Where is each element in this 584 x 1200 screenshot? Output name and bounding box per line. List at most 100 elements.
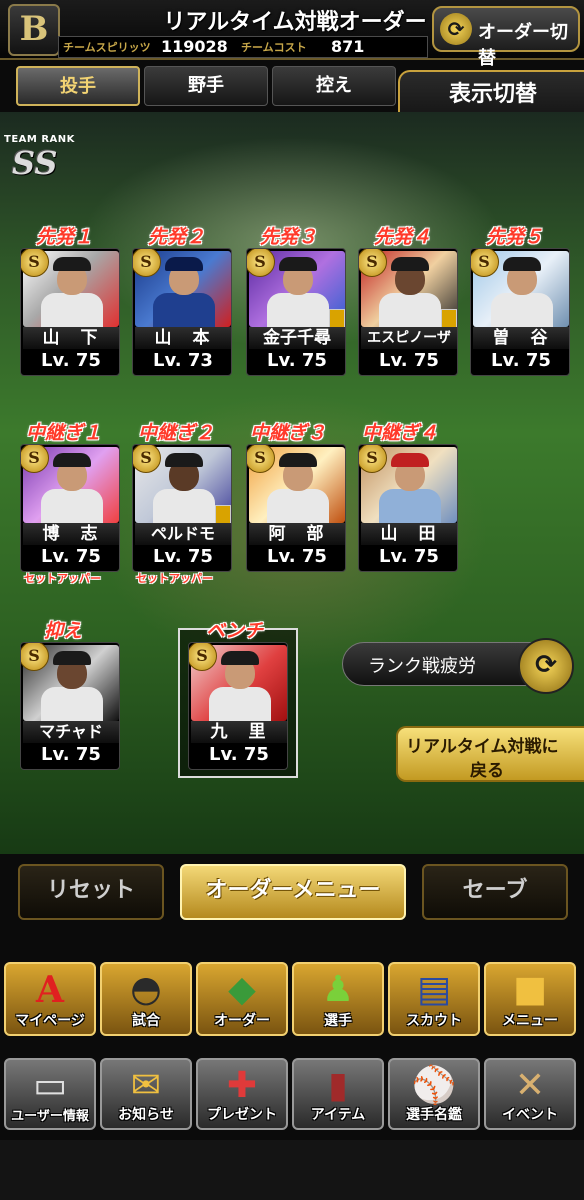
nav-event[interactable]: ✕ イベント — [484, 1058, 576, 1130]
team-cost-label: チームコスト — [241, 41, 307, 54]
team-logo: B — [8, 4, 60, 56]
slot-label-reliever-3: 中継ぎ３ — [250, 422, 327, 444]
order-menu-button[interactable]: オーダーメニュー — [180, 864, 406, 920]
nav-match[interactable]: ◓ 試合 — [100, 962, 192, 1036]
player-card-starter-3[interactable]: S 金子千尋 Lv. 75 — [246, 248, 346, 376]
slot-label-bench: ベンチ — [206, 620, 264, 642]
slot-label-reliever-1: 中継ぎ１ — [26, 422, 103, 444]
role-label-reliever-1: セットアッパー — [24, 572, 101, 585]
nav-menu[interactable]: ■ メニュー — [484, 962, 576, 1036]
player-icon: ♟ — [321, 969, 355, 1010]
player-card-reliever-1[interactable]: S 博 志 Lv. 75 — [20, 444, 120, 572]
stadium-icon: ◓ — [130, 969, 162, 1010]
nav-label: アイテム — [310, 1107, 366, 1123]
field-diamond-icon: ◆ — [228, 969, 256, 1010]
team-rank-value: SS — [12, 144, 58, 182]
player-card-starter-5[interactable]: S 曽 谷 Lv. 75 — [470, 248, 570, 376]
nav-label: メニュー — [502, 1013, 558, 1029]
player-card-bench[interactable]: S 九 里 Lv. 75 — [188, 642, 288, 770]
tab-fielder[interactable]: 野手 — [144, 66, 268, 106]
letter-a-icon: A — [36, 969, 64, 1011]
rank-fatigue-toggle[interactable]: ランク戦疲労 ⟳ — [342, 638, 574, 694]
player-name: 山 下 — [23, 327, 119, 349]
slot-label-starter-2: 先発２ — [148, 226, 206, 248]
nav-label: スカウト — [406, 1013, 462, 1029]
player-name: 博 志 — [23, 523, 119, 545]
nav-label: イベント — [502, 1107, 558, 1123]
swap-arrows-icon: ⟳ — [518, 638, 574, 694]
slot-label-reliever-2: 中継ぎ２ — [138, 422, 215, 444]
nav-label: 選手 — [324, 1013, 352, 1029]
player-card-closer[interactable]: S マチャド Lv. 75 — [20, 642, 120, 770]
gift-box-icon: ✚ — [226, 1065, 258, 1106]
slot-label-closer: 抑え — [44, 620, 83, 642]
nav-order[interactable]: ◆ オーダー — [196, 962, 288, 1036]
team-stats-bar: チームスピリッツ 119028 チームコスト 871 — [58, 36, 428, 58]
player-level: Lv. 75 — [41, 546, 101, 567]
player-card-starter-2[interactable]: S 山 本 Lv. 73 — [132, 248, 232, 376]
nav-user-info[interactable]: ▭ ユーザー情報 — [4, 1058, 96, 1130]
player-card-reliever-2[interactable]: S ペルドモ Lv. 75 — [132, 444, 232, 572]
team-cost-value: 871 — [331, 37, 365, 56]
speech-bubble-icon: ✉ — [130, 1065, 162, 1106]
mascot-icon: ■ — [512, 969, 547, 1010]
nav-label: プレゼント — [207, 1107, 277, 1123]
slot-label-starter-3: 先発３ — [260, 226, 318, 248]
player-name: 山 本 — [135, 327, 231, 349]
player-name: 金子千尋 — [249, 327, 345, 349]
page-title: リアルタイム対戦オーダー — [163, 10, 427, 35]
back-button-line-1: リアルタイム対戦に — [406, 737, 559, 757]
nav-present[interactable]: ✚ プレゼント — [196, 1058, 288, 1130]
rank-fatigue-label: ランク戦疲労 — [368, 656, 476, 677]
slot-label-starter-5: 先発５ — [486, 226, 544, 248]
slot-label-starter-4: 先発４ — [374, 226, 432, 248]
display-toggle-label: 表示切替 — [448, 82, 537, 107]
nav-mypage[interactable]: A マイページ — [4, 962, 96, 1036]
player-name: 山 田 — [361, 523, 457, 545]
nav-players[interactable]: ♟ 選手 — [292, 962, 384, 1036]
id-card-icon: ▭ — [32, 1065, 67, 1106]
nav-player-directory[interactable]: ⚾ 選手名鑑 — [388, 1058, 480, 1130]
player-level: Lv. 75 — [153, 546, 213, 567]
nav-scout[interactable]: ▤ スカウト — [388, 962, 480, 1036]
player-card-reliever-3[interactable]: S 阿 部 Lv. 75 — [246, 444, 346, 572]
team-spirit-label: チームスピリッツ — [63, 41, 151, 54]
nav-label: 試合 — [132, 1013, 160, 1029]
back-to-realtime-button[interactable]: リアルタイム対戦に 戻る — [396, 726, 584, 782]
reset-button[interactable]: リセット — [18, 864, 164, 920]
player-level: Lv. 75 — [41, 744, 101, 765]
player-card-reliever-4[interactable]: S 山 田 Lv. 75 — [358, 444, 458, 572]
player-level: Lv. 75 — [267, 546, 327, 567]
tab-reserve[interactable]: 控え — [272, 66, 396, 106]
slot-label-reliever-4: 中継ぎ４ — [362, 422, 439, 444]
slot-label-starter-1: 先発１ — [36, 226, 94, 248]
player-card-starter-1[interactable]: S 山 下 Lv. 75 — [20, 248, 120, 376]
scout-card-icon: ▤ — [416, 969, 451, 1010]
player-name: マチャド — [23, 721, 119, 743]
nav-label: マイページ — [15, 1013, 85, 1029]
header-bar: B リアルタイム対戦オーダー チームスピリッツ 119028 チームコスト 87… — [0, 0, 584, 69]
player-level: Lv. 75 — [267, 350, 327, 371]
role-label-reliever-2: セットアッパー — [136, 572, 213, 585]
player-level: Lv. 75 — [209, 744, 269, 765]
nav-label: 選手名鑑 — [406, 1107, 462, 1123]
player-card-starter-4[interactable]: S エスピノーザ Lv. 75 — [358, 248, 458, 376]
nav-items[interactable]: ▮ アイテム — [292, 1058, 384, 1130]
player-level: Lv. 73 — [153, 350, 213, 371]
player-level: Lv. 75 — [379, 546, 439, 567]
player-level: Lv. 75 — [41, 350, 101, 371]
player-level: Lv. 75 — [491, 350, 551, 371]
order-switch-button[interactable]: ⟳ オーダー切替 — [432, 6, 580, 69]
player-name: 阿 部 — [249, 523, 345, 545]
player-level: Lv. 75 — [379, 350, 439, 371]
nav-label: お知らせ — [118, 1107, 174, 1123]
tab-pitcher[interactable]: 投手 — [16, 66, 140, 106]
back-button-line-2: 戻る — [470, 761, 504, 781]
player-name: 九 里 — [191, 721, 287, 743]
nav-label: オーダー — [214, 1013, 270, 1029]
nav-notices[interactable]: ✉ お知らせ — [100, 1058, 192, 1130]
pitcher-photo-icon: ⚾ — [411, 1065, 457, 1106]
save-button[interactable]: セーブ — [422, 864, 568, 920]
swap-arrows-icon: ⟳ — [440, 13, 472, 45]
nav-label: ユーザー情報 — [11, 1109, 89, 1124]
